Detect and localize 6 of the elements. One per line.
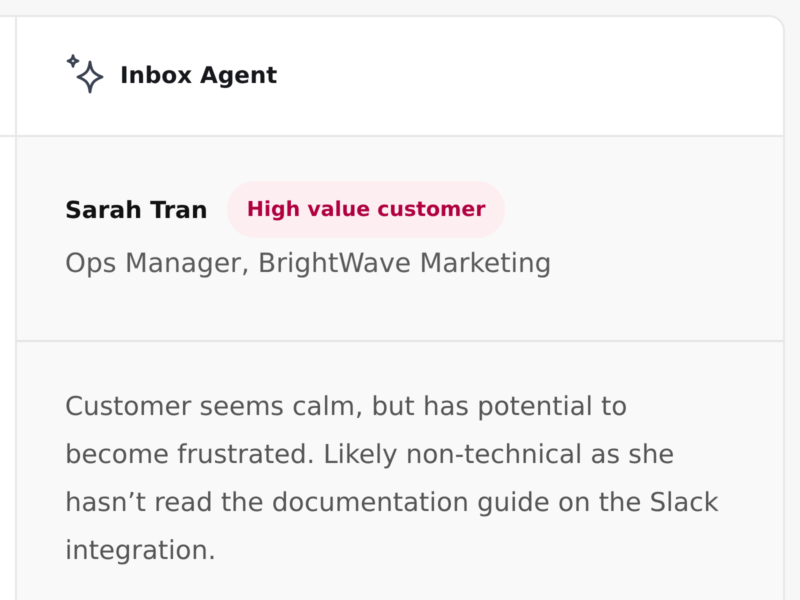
- sparkle-icon: [66, 54, 104, 94]
- customer-name: Sarah Tran: [65, 196, 208, 224]
- customer-summary: Customer seems calm, but has potential to become frustrated. Likely non-technical as she hasn’t read the documentation guide on the Slack integration.: [65, 391, 720, 568]
- panel-title: Inbox Agent: [120, 63, 278, 89]
- customer-tag: High value customer: [226, 181, 506, 238]
- customer-role: Ops Manager, BrightWave Marketing: [65, 248, 553, 279]
